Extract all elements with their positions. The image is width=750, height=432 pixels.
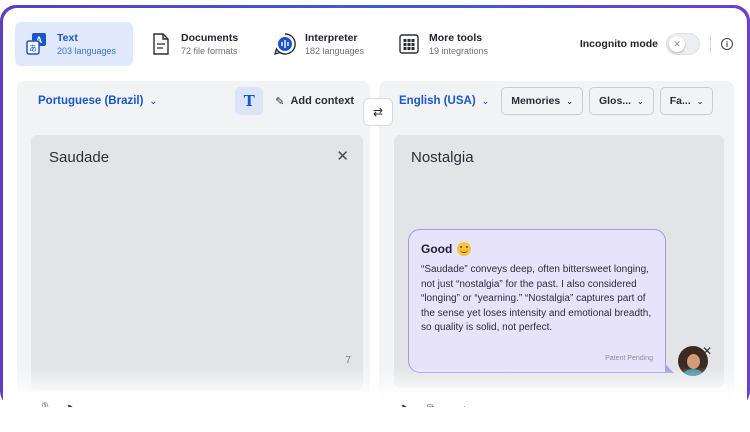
svg-text:あ: あ <box>29 44 37 53</box>
tab-text[interactable]: A あ Text 203 languages <box>15 22 133 66</box>
close-icon[interactable]: ✕ <box>702 344 712 358</box>
tab-more-tools-sub: 19 integrations <box>429 45 489 56</box>
copy-icon[interactable]: ⧉ <box>427 403 434 407</box>
quality-feedback-bubble: Good “Saudade” conveys deep, often bitte… <box>408 229 674 373</box>
add-context-label: Add context <box>290 95 354 107</box>
speaker-icon[interactable]: 🔈 <box>399 403 411 407</box>
tab-text-label: Text <box>57 31 78 44</box>
incognito-control: Incognito mode ✕ <box>580 33 700 55</box>
smiley-icon <box>457 242 472 256</box>
document-icon <box>149 32 173 56</box>
speaker-icon[interactable]: 🔈 <box>65 403 77 407</box>
memories-label: Memories <box>511 95 561 107</box>
text-translate-icon: A あ <box>25 32 49 56</box>
app-frame: A あ Text 203 languages Documents 72 file… <box>0 5 750 407</box>
target-language-select[interactable]: English (USA) ⌄ <box>399 95 489 107</box>
text-format-button[interactable]: T <box>235 87 264 115</box>
share-icon[interactable]: ⤴ <box>457 403 467 407</box>
swap-icon: ⇄ <box>372 105 384 119</box>
top-bar: A あ Text 203 languages Documents 72 file… <box>15 22 733 66</box>
target-text-area: Nostalgia Good “Saudade” conveys deep, o… <box>394 135 724 388</box>
feedback-title: Good <box>421 242 653 256</box>
add-context-button[interactable]: ✎ Add context <box>275 95 354 108</box>
incognito-label: Incognito mode <box>579 38 658 50</box>
source-panel: Portuguese (Brazil) ⌄ T ✎ Add context Sa… <box>17 81 370 407</box>
tab-documents-sub: 72 file formats <box>181 45 238 56</box>
target-language-label: English (USA) <box>399 95 476 107</box>
tab-interpreter[interactable]: Interpreter 182 languages <box>263 22 381 66</box>
memories-dropdown[interactable]: Memories ⌄ <box>501 87 583 115</box>
chevron-down-icon: ⌄ <box>149 95 157 106</box>
tab-documents-label: Documents <box>181 31 239 44</box>
interpreter-icon <box>273 32 297 56</box>
info-icon[interactable]: i <box>721 38 733 50</box>
chevron-down-icon: ⌄ <box>637 96 644 106</box>
tab-more-tools[interactable]: More tools 19 integrations <box>387 22 505 66</box>
tab-interpreter-label: Interpreter <box>305 31 358 44</box>
tab-text-sub: 203 languages <box>57 45 117 56</box>
microphone-icon[interactable]: 🎙 <box>39 403 52 407</box>
character-count: 7 <box>345 355 351 366</box>
avatar-face <box>687 354 700 369</box>
glossary-label: Glos... <box>598 95 632 107</box>
incognito-toggle[interactable]: ✕ <box>666 33 700 55</box>
close-icon: ✕ <box>669 36 685 52</box>
feedback-body: “Saudade” conveys deep, often bitterswee… <box>421 264 652 333</box>
target-text: Nostalgia <box>411 149 474 166</box>
patent-note: Patent Pending <box>605 355 653 362</box>
tab-more-tools-label: More tools <box>429 31 483 44</box>
chevron-down-icon: ⌄ <box>566 96 573 106</box>
target-header: English (USA) ⌄ Memories ⌄ Glos... ⌄ Fa.… <box>379 81 734 121</box>
source-header: Portuguese (Brazil) ⌄ T ✎ Add context <box>17 81 370 121</box>
chevron-down-icon: ⌄ <box>481 95 490 106</box>
divider <box>710 35 711 53</box>
clear-text-icon[interactable]: ✕ <box>336 147 349 165</box>
source-text: Saudade <box>49 149 110 166</box>
avatar-shirt <box>683 369 703 376</box>
formality-label: Fa... <box>669 95 691 107</box>
swap-languages-button[interactable]: ⇄ <box>363 98 393 126</box>
glossary-dropdown[interactable]: Glos... ⌄ <box>588 87 654 115</box>
source-language-select[interactable]: Portuguese (Brazil) ⌄ <box>38 95 157 107</box>
grid-tools-icon <box>397 32 421 56</box>
tab-documents[interactable]: Documents 72 file formats <box>139 22 257 66</box>
tab-interpreter-sub: 182 languages <box>305 45 365 56</box>
chevron-down-icon: ⌄ <box>696 96 704 106</box>
formality-dropdown[interactable]: Fa... ⌄ <box>659 87 714 115</box>
pencil-icon: ✎ <box>275 95 285 108</box>
source-language-label: Portuguese (Brazil) <box>38 95 144 107</box>
feedback-title-text: Good <box>421 242 453 256</box>
source-text-area[interactable]: Saudade ✕ 7 <box>31 135 363 390</box>
translator-app: A あ Text 203 languages Documents 72 file… <box>3 8 747 407</box>
text-format-icon: T <box>243 92 255 110</box>
